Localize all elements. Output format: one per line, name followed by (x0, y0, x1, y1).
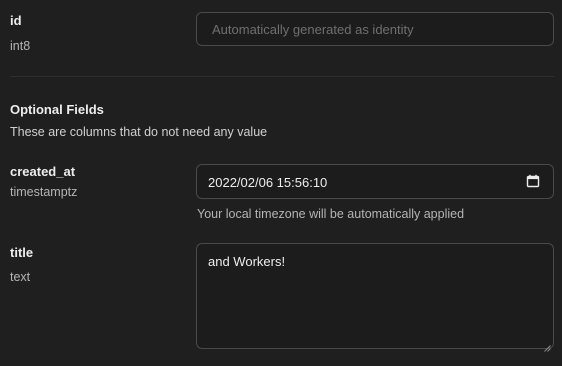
optional-fields-description: These are columns that do not need any v… (10, 125, 268, 139)
calendar-icon[interactable] (526, 174, 540, 188)
field-type-title: text (10, 270, 31, 284)
created-at-input[interactable]: 2022/02/06 15:56:10 (196, 164, 554, 199)
section-divider (10, 76, 554, 77)
id-input[interactable]: Automatically generated as identity (196, 12, 554, 46)
title-value: and Workers! (208, 254, 286, 269)
resize-grip-icon[interactable] (544, 339, 551, 352)
field-label-created-at: created_at (10, 164, 76, 179)
created-at-value: 2022/02/06 15:56:10 (208, 175, 328, 190)
optional-fields-heading: Optional Fields (10, 102, 104, 117)
timezone-hint: Your local timezone will be automaticall… (197, 207, 465, 221)
field-type-created-at: timestamptz (10, 185, 78, 199)
id-placeholder: Automatically generated as identity (212, 22, 414, 37)
field-label-id: id (10, 13, 22, 28)
field-type-id: int8 (10, 39, 31, 53)
field-label-title: title (10, 245, 34, 260)
title-textarea[interactable]: and Workers! (196, 243, 554, 352)
